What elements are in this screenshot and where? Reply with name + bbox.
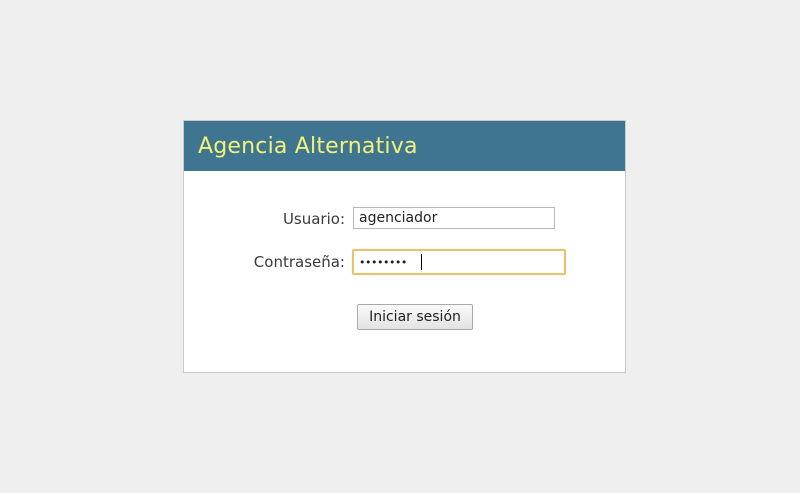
username-label: Usuario: [282, 210, 345, 228]
username-row: Usuario: [184, 206, 625, 232]
app-title: Agencia Alternativa [198, 133, 418, 159]
login-button[interactable]: Iniciar sesión [357, 304, 473, 330]
text-caret [421, 254, 422, 270]
panel-header: Agencia Alternativa [184, 121, 625, 171]
username-input[interactable] [353, 207, 555, 229]
password-input[interactable] [352, 249, 566, 275]
password-row: Contraseña: [184, 249, 625, 275]
password-label: Contraseña: [253, 253, 345, 271]
login-panel: Agencia Alternativa Usuario: Contraseña:… [183, 120, 626, 373]
